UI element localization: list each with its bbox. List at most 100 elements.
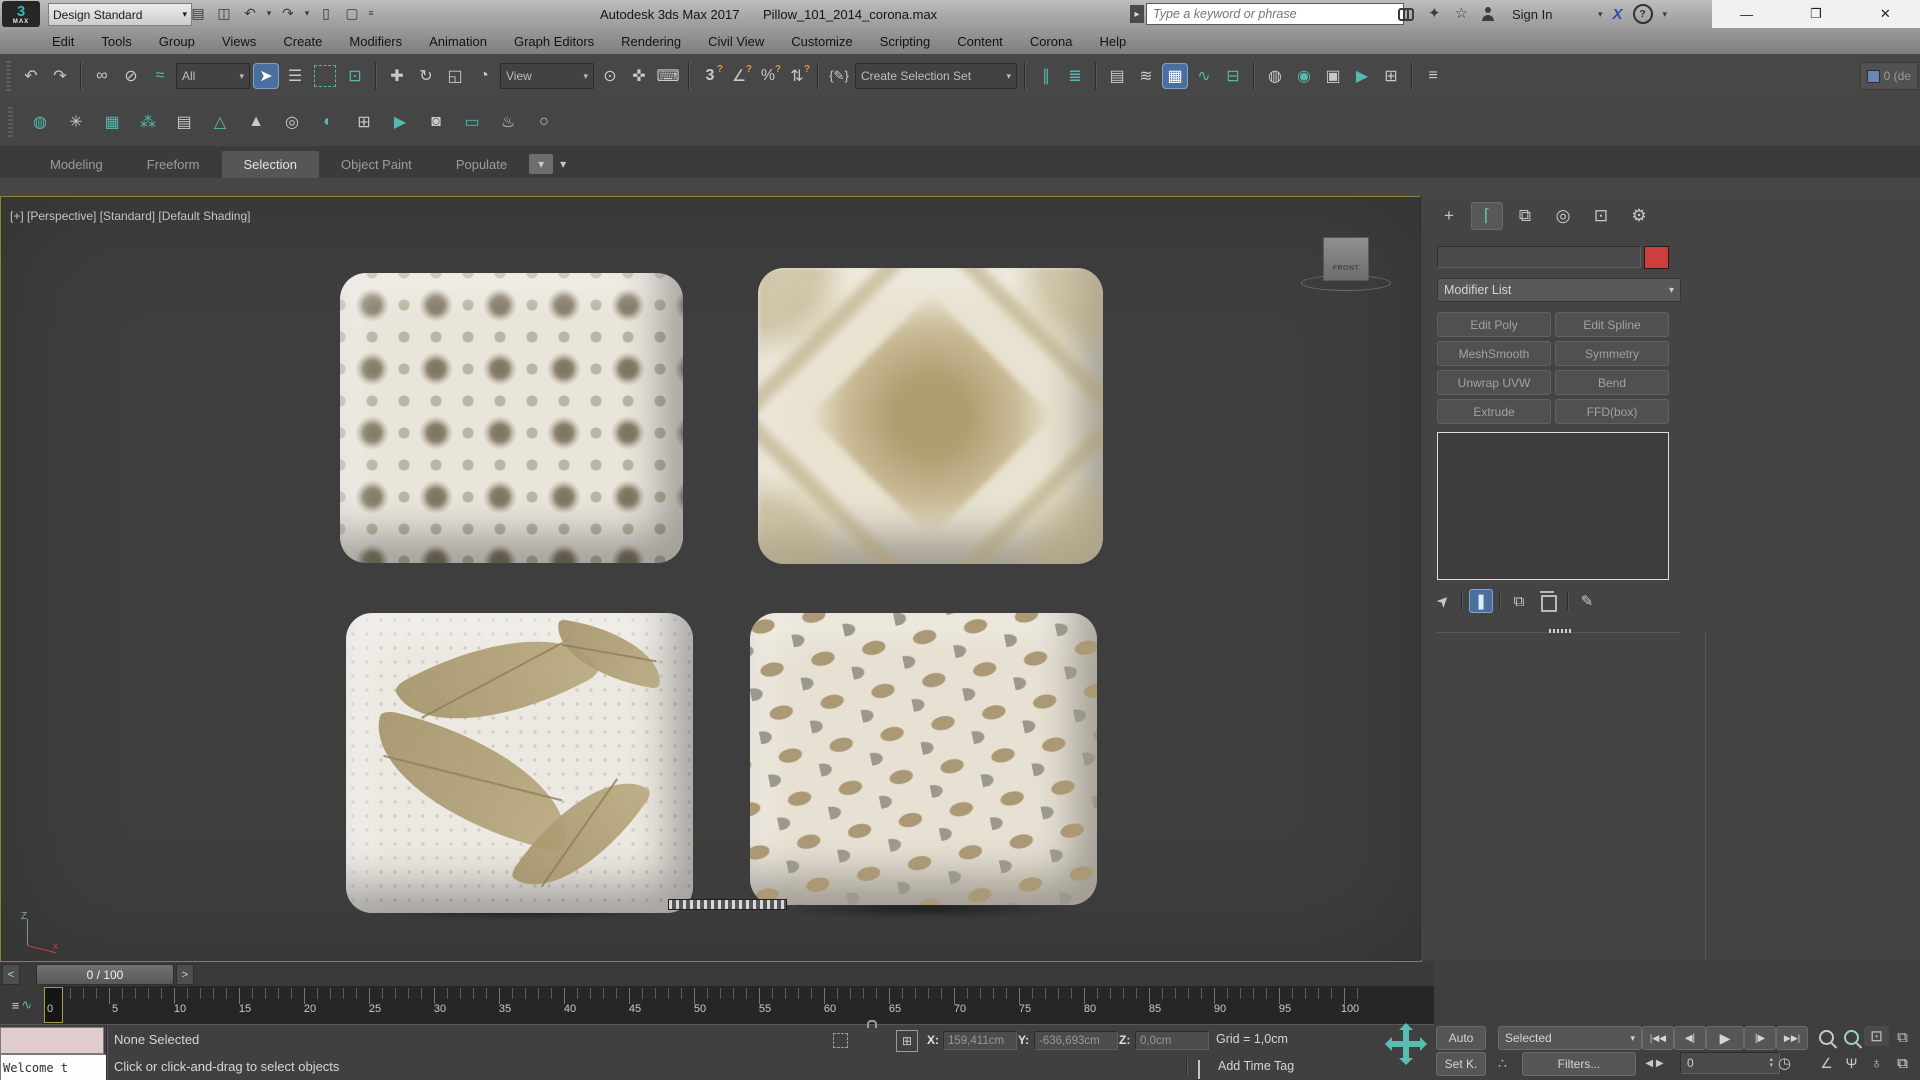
menu-animation[interactable]: Animation (429, 34, 487, 49)
help-icon[interactable]: ? (1632, 4, 1653, 24)
ribbon-toggle-icon[interactable]: ▦ (1162, 63, 1188, 89)
curve-editor-icon[interactable]: ∿ (1191, 63, 1217, 89)
corona-teapot-render-icon[interactable]: ♨ (495, 109, 521, 135)
show-end-result-icon[interactable]: ❚ (1469, 589, 1493, 613)
remove-modifier-icon[interactable] (1537, 589, 1561, 613)
viewport-label[interactable]: [+] [Perspective] [Standard] [Default Sh… (10, 209, 250, 223)
save-file-icon[interactable]: ◫ (212, 2, 236, 24)
pillow-ikat-diamond[interactable] (758, 268, 1103, 564)
menu-help[interactable]: Help (1099, 34, 1126, 49)
undo-dropdown-icon[interactable]: ▾ (264, 2, 274, 24)
named-selection-sets-field[interactable]: Create Selection Set ▾ (855, 63, 1017, 89)
corona-camera-icon[interactable]: ▦ (99, 109, 125, 135)
key-filter-dropdown[interactable]: Selected ▾ (1498, 1026, 1642, 1050)
time-slider-handle[interactable]: 0 / 100 (36, 964, 174, 985)
create-tab-icon[interactable]: + (1433, 202, 1465, 230)
current-frame-field[interactable]: 0 ▴ ▾ (1680, 1052, 1780, 1074)
render-gallery-icon[interactable]: ⊞ (1378, 63, 1404, 89)
corona-proxy-icon[interactable]: △ (207, 109, 233, 135)
spinner-snap-icon[interactable]: ⇅ (784, 63, 810, 89)
viewcube-compass-ring[interactable] (1301, 275, 1391, 291)
menu-corona[interactable]: Corona (1030, 34, 1073, 49)
sign-in-button[interactable]: Sign In (1512, 7, 1552, 22)
render-setup-icon[interactable]: ◉ (1291, 63, 1317, 89)
render-production-icon[interactable]: ▶ (1349, 63, 1375, 89)
add-time-tag[interactable]: Add Time Tag (1218, 1059, 1294, 1073)
scale-ruler-object[interactable] (668, 899, 787, 910)
corona-displacement-icon[interactable]: ▲ (243, 109, 269, 135)
ribbon-minimize-icon[interactable]: ▾ (553, 154, 573, 174)
object-color-swatch[interactable] (1644, 246, 1669, 269)
select-and-move-icon[interactable]: ✚ (384, 63, 410, 89)
user-account-icon[interactable] (1482, 7, 1495, 21)
toolbar-grip[interactable] (6, 61, 11, 91)
keyboard-override-icon[interactable]: ⌨ (655, 63, 681, 89)
maxscript-editor-icon[interactable]: {✎} (826, 63, 852, 89)
help-dropdown-icon[interactable]: ▾ (1663, 9, 1668, 20)
menu-edit[interactable]: Edit (52, 34, 74, 49)
previous-frame-button[interactable]: < (2, 964, 20, 985)
tab-populate[interactable]: Populate (434, 151, 529, 178)
perspective-viewport[interactable]: [+] [Perspective] [Standard] [Default Sh… (0, 196, 1422, 962)
selection-filter-dropdown[interactable]: All ▾ (176, 63, 250, 89)
auto-key-button[interactable]: Auto (1436, 1026, 1486, 1050)
menu-views[interactable]: Views (222, 34, 256, 49)
modifier-list-dropdown[interactable]: Modifier List ▾ (1437, 278, 1681, 302)
modifier-button-ffd-box[interactable]: FFD(box) (1555, 399, 1669, 424)
corona-render-region-icon[interactable]: ⊞ (351, 109, 377, 135)
modify-tab-icon[interactable]: ⌈ (1471, 202, 1503, 230)
redo-icon[interactable]: ↷ (276, 2, 300, 24)
rectangular-selection-region-icon[interactable] (314, 65, 336, 87)
next-frame-button[interactable]: > (176, 964, 194, 985)
go-to-start-button[interactable]: |◀◀ (1642, 1026, 1674, 1050)
reference-coordinate-dropdown[interactable]: View ▾ (500, 63, 594, 89)
modifier-button-edit-spline[interactable]: Edit Spline (1555, 312, 1669, 337)
modifier-button-unwrap-uvw[interactable]: Unwrap UVW (1437, 370, 1551, 395)
snap-toggle-3d-icon[interactable]: 3 (697, 63, 723, 89)
toolbar-overflow-icon[interactable]: ≡ (366, 2, 376, 24)
select-object-icon[interactable]: ➤ (253, 63, 279, 89)
tab-modeling[interactable]: Modeling (28, 151, 125, 178)
toolbar-grip[interactable] (8, 107, 13, 137)
modifier-button-edit-poly[interactable]: Edit Poly (1437, 312, 1551, 337)
angle-snap-icon[interactable]: ∠ (726, 63, 752, 89)
key-mode-toggle-icon[interactable]: ◀ ▶ (1642, 1052, 1667, 1074)
maxscript-mini-listener[interactable] (0, 1027, 104, 1054)
modifier-button-extrude[interactable]: Extrude (1437, 399, 1551, 424)
unlink-selection-icon[interactable]: ⊘ (118, 63, 144, 89)
zoom-extents-all-icon[interactable]: ⧉ (1890, 1026, 1915, 1048)
modifier-button-bend[interactable]: Bend (1555, 370, 1669, 395)
select-and-place-icon[interactable]: ◔ (471, 63, 497, 89)
ribbon-show-panel-icon[interactable]: ▾ (529, 154, 554, 174)
search-binoculars-icon[interactable] (1398, 8, 1414, 21)
corona-renderer-logo-icon[interactable]: ◎ (279, 109, 305, 135)
redo-dropdown-icon[interactable]: ▾ (302, 2, 312, 24)
utilities-tab-icon[interactable]: ⚙ (1623, 202, 1655, 230)
zoom-all-icon[interactable] (1839, 1026, 1864, 1048)
zoom-icon[interactable] (1814, 1026, 1839, 1048)
menu-create[interactable]: Create (283, 34, 322, 49)
make-unique-icon[interactable]: ⧉ (1507, 589, 1531, 613)
corona-light2-icon[interactable]: ○ (531, 109, 557, 135)
search-go-icon[interactable]: ▸ (1130, 5, 1144, 23)
pin-stack-icon[interactable]: ➤ (1426, 584, 1460, 618)
modifier-stack-list[interactable] (1437, 432, 1669, 580)
maxscript-listener-line[interactable]: Welcome t (0, 1054, 108, 1080)
percent-snap-icon[interactable]: % (755, 63, 781, 89)
fetch-icon[interactable]: ▯ (314, 2, 338, 24)
previous-frame-button[interactable]: ◀| (1674, 1026, 1706, 1050)
corona-scatter-icon[interactable]: ⁂ (135, 109, 161, 135)
rendered-frame-window-icon[interactable]: ▣ (1320, 63, 1346, 89)
x-coord-field[interactable]: 159,411cm (943, 1031, 1017, 1050)
display-tab-icon[interactable]: ⊡ (1585, 202, 1617, 230)
communication-center-icon[interactable]: ✦ (1428, 4, 1441, 22)
select-by-name-icon[interactable]: ☰ (282, 63, 308, 89)
key-filters-button[interactable]: Filters... (1522, 1052, 1636, 1076)
corona-listener-icon[interactable]: ▤ (171, 109, 197, 135)
tab-selection[interactable]: Selection (221, 151, 319, 178)
z-coord-field[interactable]: 0,0cm (1135, 1031, 1209, 1050)
menu-modifiers[interactable]: Modifiers (349, 34, 402, 49)
select-and-rotate-icon[interactable]: ↻ (413, 63, 439, 89)
align-icon[interactable]: ≣ (1062, 63, 1088, 89)
configure-modifier-sets-icon[interactable]: ✎ (1575, 589, 1599, 613)
